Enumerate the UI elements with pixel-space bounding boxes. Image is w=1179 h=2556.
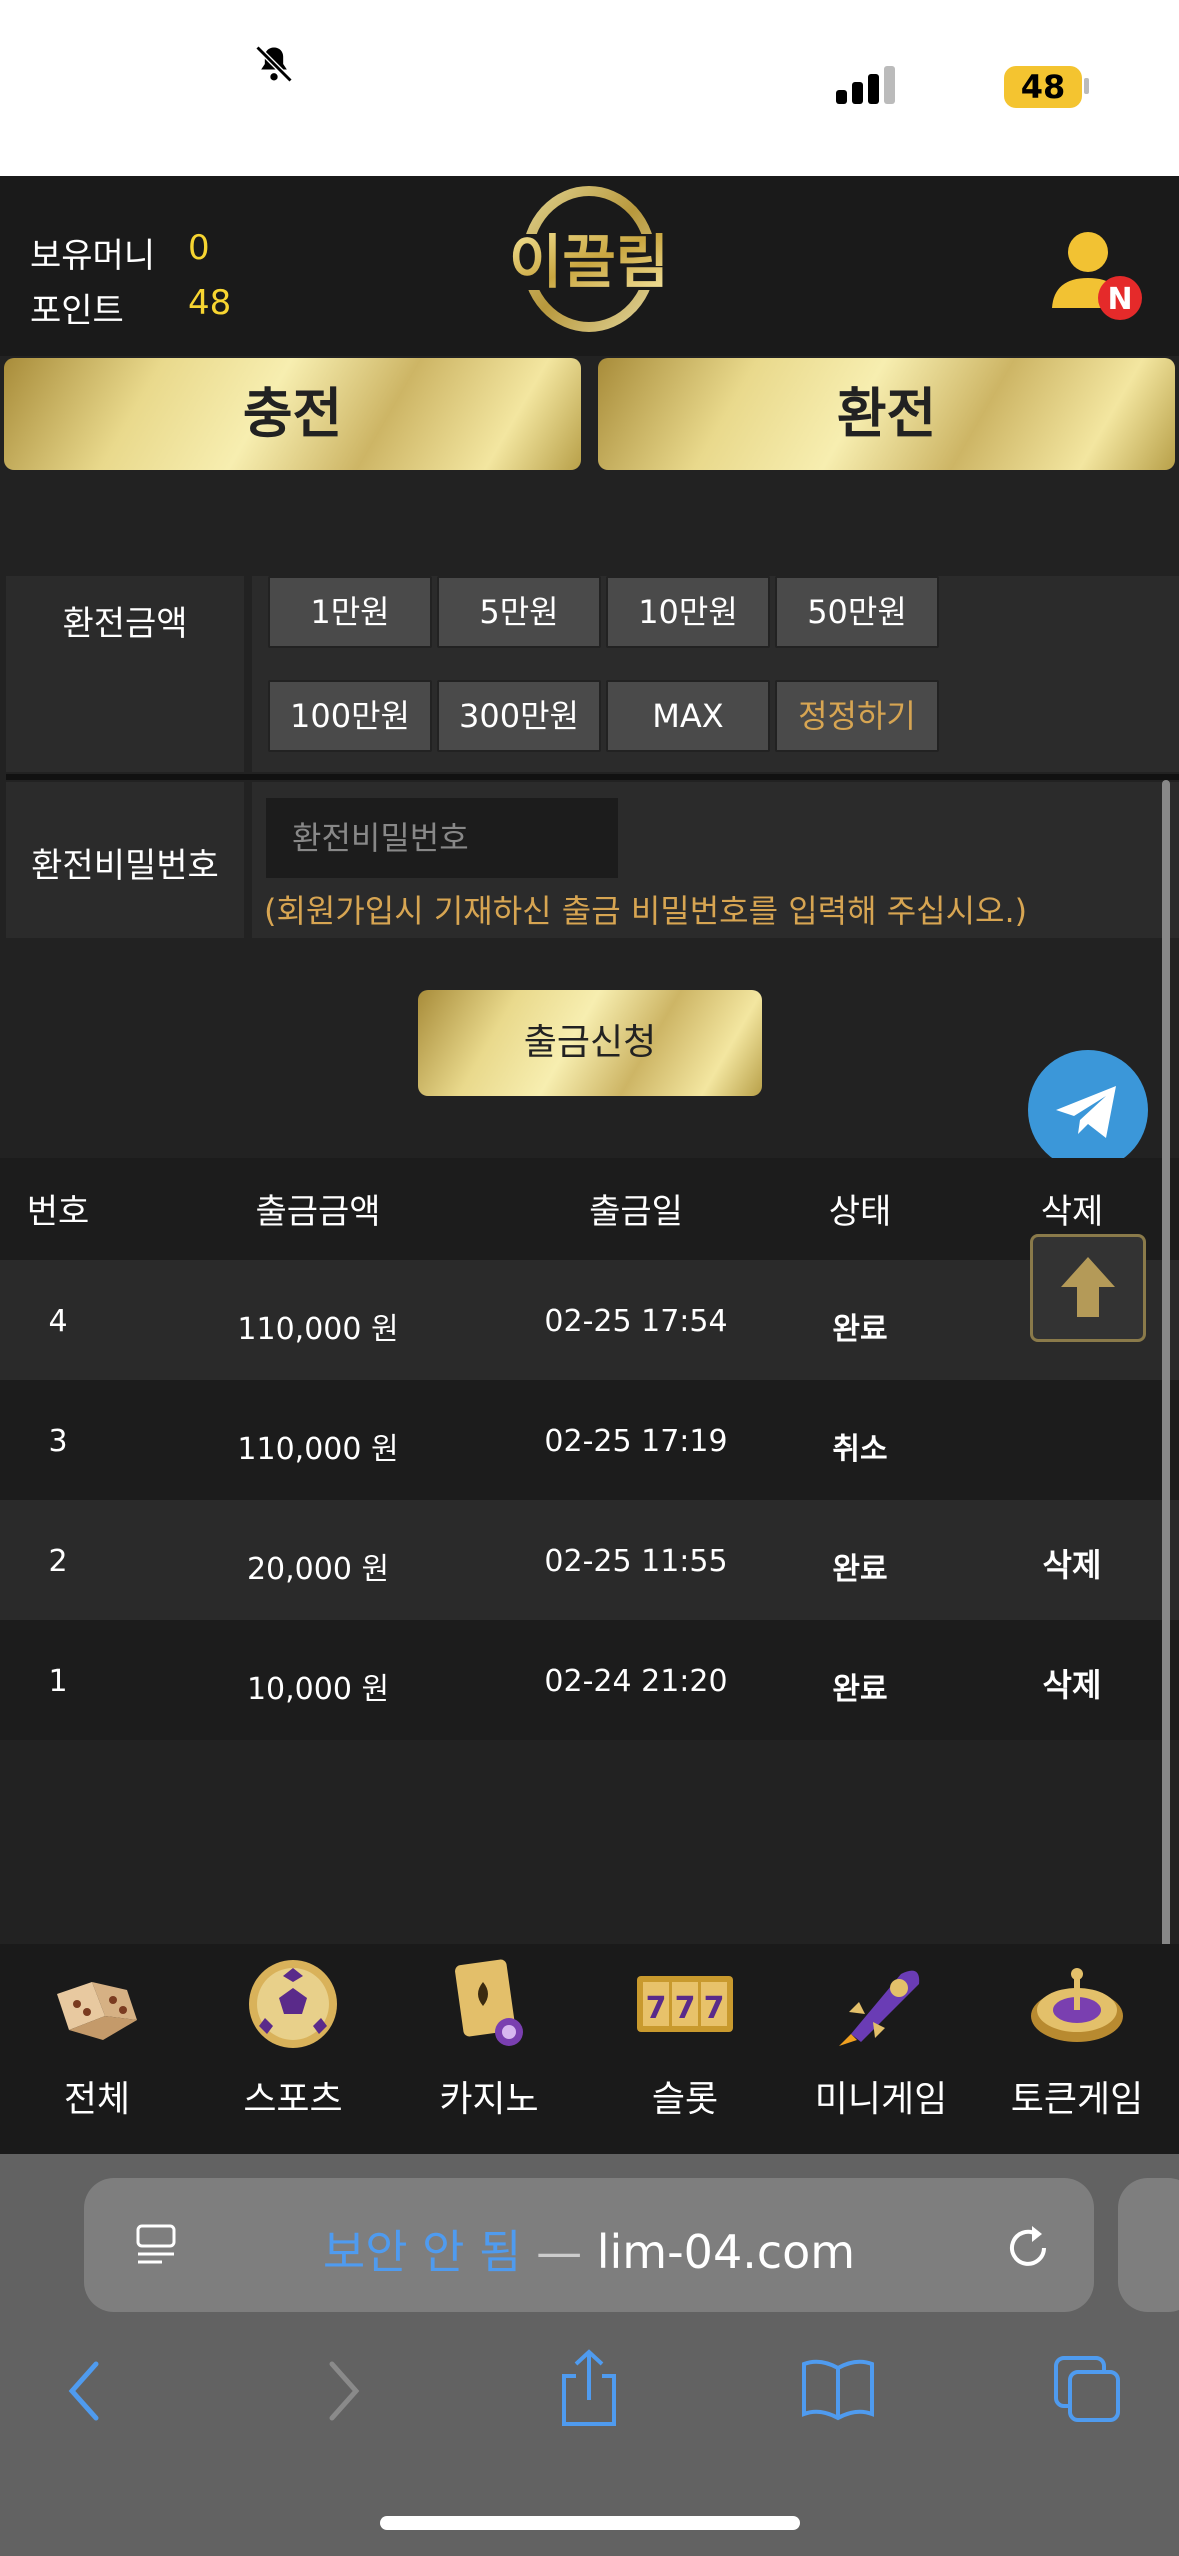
amount-1m-button[interactable]: 100만원: [268, 680, 432, 752]
forward-arrow-icon[interactable]: [318, 2356, 368, 2426]
nav-item-sports[interactable]: 스포츠: [198, 1954, 388, 2122]
url-display: 보안 안 됨 — lim-04.com: [84, 2216, 1094, 2282]
scrollbar[interactable]: [1162, 780, 1170, 2145]
row-status: 완료: [832, 1672, 888, 1707]
row-no: 3: [48, 1424, 68, 1459]
soccer-ball-icon: [249, 1960, 337, 2048]
dice-icon: [57, 1982, 137, 2040]
svg-text:이끌림: 이끌림: [509, 228, 669, 296]
row-delete-button[interactable]: 삭제: [1012, 1660, 1132, 1706]
svg-text:7: 7: [675, 1991, 696, 2026]
roulette-icon: [1031, 1968, 1123, 2042]
amount-100k-button[interactable]: 10만원: [606, 576, 770, 648]
row-status: 완료: [832, 1312, 888, 1347]
telegram-icon[interactable]: [1028, 1050, 1148, 1170]
row-amount: 110,000 원: [237, 1432, 399, 1467]
battery-icon: 48: [1004, 66, 1082, 108]
back-to-app-link[interactable]: ◀ 텔레그램: [36, 88, 189, 134]
amount-500k-button[interactable]: 50만원: [775, 576, 939, 648]
col-delete: 삭제: [1040, 1192, 1104, 1232]
row-no: 1: [48, 1664, 68, 1699]
withdraw-password-input[interactable]: 환전비밀번호: [266, 798, 618, 878]
bookmarks-icon[interactable]: [800, 2356, 876, 2422]
row-no: 4: [48, 1304, 68, 1339]
insecure-label: 보안 안 됨: [322, 2225, 522, 2279]
col-no: 번호: [26, 1192, 90, 1232]
battery-tip: [1084, 78, 1089, 94]
network-type: LTE: [918, 62, 995, 108]
amount-reset-button[interactable]: 정정하기: [775, 680, 939, 752]
home-indicator: [380, 2516, 800, 2530]
row-status: 취소: [832, 1432, 888, 1467]
row-amount: 20,000 원: [246, 1552, 390, 1587]
amount-10k-button[interactable]: 1만원: [268, 576, 432, 648]
amount-50k-button[interactable]: 5만원: [437, 576, 601, 648]
form-divider: [6, 774, 1179, 780]
next-tab-preview[interactable]: [1118, 2178, 1179, 2312]
reload-icon[interactable]: [1000, 2220, 1056, 2276]
nav-item-minigame[interactable]: 미니게임: [786, 1954, 976, 2122]
slot-777-icon: 7 7 7: [637, 1976, 733, 2032]
tab-charge-button[interactable]: 충전: [4, 358, 581, 470]
bell-muted-icon: [255, 45, 293, 83]
col-date: 출금일: [589, 1192, 683, 1232]
url-domain: lim-04.com: [596, 2225, 856, 2279]
nav-item-slot[interactable]: 7 7 7 슬롯: [590, 1954, 780, 2122]
password-label: 환전비밀번호: [31, 846, 219, 886]
share-icon[interactable]: [556, 2346, 622, 2430]
col-status: 상태: [828, 1192, 892, 1232]
nav-item-token-game[interactable]: 토큰게임: [982, 1954, 1172, 2122]
nav-label: 전체: [63, 2079, 131, 2120]
avatar-badge: N: [1107, 282, 1132, 317]
site-logo[interactable]: 이끌림: [484, 184, 694, 334]
amount-label: 환전금액: [62, 604, 188, 644]
scroll-to-top-button[interactable]: [1030, 1234, 1146, 1342]
row-date: 02-25 17:19: [544, 1424, 728, 1459]
back-arrow-icon[interactable]: [62, 2356, 112, 2426]
tab-exchange-button[interactable]: 환전: [598, 358, 1175, 470]
point-label: 포인트: [30, 291, 124, 331]
nav-label: 스포츠: [243, 2079, 343, 2120]
money-label: 보유머니: [30, 236, 156, 276]
url-separator: —: [521, 2225, 597, 2279]
nav-item-casino[interactable]: 카지노: [394, 1954, 584, 2122]
row-amount: 110,000 원: [237, 1312, 399, 1347]
password-hint: (회원가입시 기재하신 출금 비밀번호를 입력해 주십시오.): [264, 892, 1028, 930]
row-date: 02-24 21:20: [544, 1664, 728, 1699]
row-date: 02-25 17:54: [544, 1304, 728, 1339]
rocket-icon: [839, 1970, 920, 2046]
col-amount: 출금금액: [255, 1192, 381, 1232]
arrow-up-icon: [1061, 1257, 1115, 1317]
nav-label: 미니게임: [814, 2079, 948, 2120]
row-date: 02-25 11:55: [544, 1544, 728, 1579]
svg-text:7: 7: [704, 1991, 725, 2026]
row-no: 2: [48, 1544, 68, 1579]
row-status: 완료: [832, 1552, 888, 1587]
amount-3m-button[interactable]: 300만원: [437, 680, 601, 752]
status-time: 8:25: [130, 30, 265, 93]
amount-max-button[interactable]: MAX: [606, 680, 770, 752]
nav-label: 토큰게임: [1010, 2079, 1144, 2120]
row-amount: 10,000 원: [246, 1672, 390, 1707]
point-value: 48: [188, 283, 232, 323]
nav-item-all[interactable]: 전체: [2, 1954, 192, 2122]
user-avatar-icon[interactable]: N: [1046, 222, 1142, 322]
svg-text:7: 7: [646, 1991, 667, 2026]
withdraw-request-button[interactable]: 출금신청: [418, 990, 762, 1096]
row-delete-button[interactable]: 삭제: [1012, 1540, 1132, 1586]
cards-icon: [455, 1959, 523, 2046]
tabs-icon[interactable]: [1052, 2354, 1124, 2426]
nav-label: 슬롯: [651, 2079, 719, 2120]
nav-label: 카지노: [439, 2079, 539, 2120]
money-value: 0: [188, 228, 210, 268]
signal-icon: [836, 66, 900, 104]
